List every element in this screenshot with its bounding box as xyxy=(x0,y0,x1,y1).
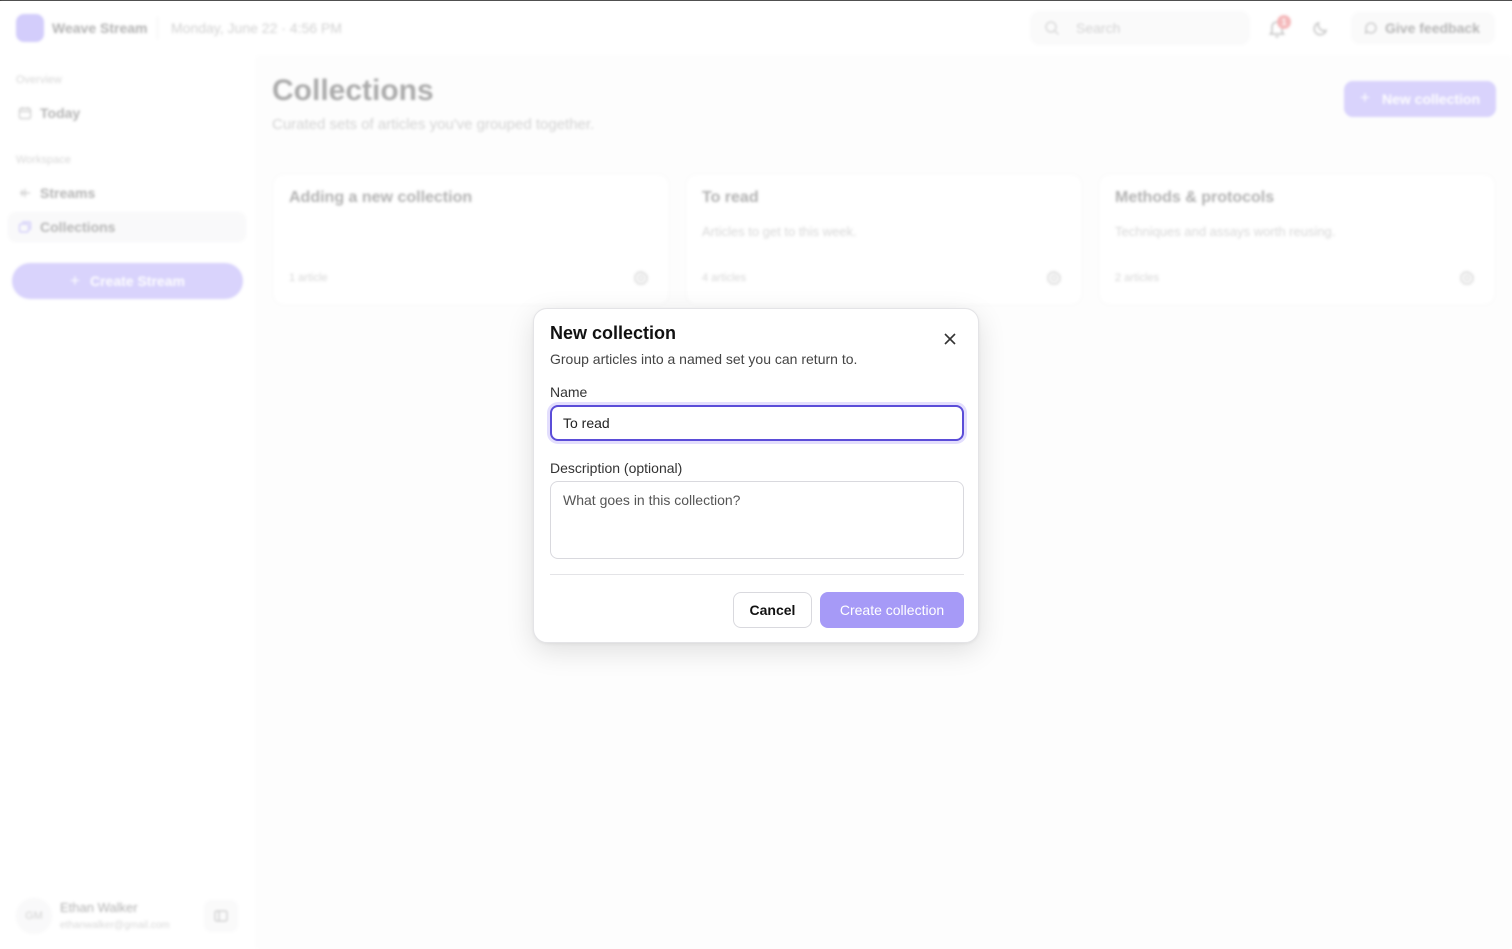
dialog-description: Group articles into a named set you can … xyxy=(550,351,858,367)
dialog-title: New collection xyxy=(550,323,677,343)
divider xyxy=(550,574,964,575)
name-input[interactable] xyxy=(550,405,964,441)
close-icon[interactable] xyxy=(940,329,960,349)
description-input[interactable] xyxy=(550,481,964,559)
name-field-label: Name xyxy=(550,384,588,400)
description-field-label: Description (optional) xyxy=(550,460,683,476)
app-root: Weave Stream Monday, June 22 · 4:56 PM S… xyxy=(0,1,1512,949)
new-collection-dialog: New collection Group articles into a nam… xyxy=(533,308,979,643)
cancel-button[interactable]: Cancel xyxy=(733,592,812,628)
create-collection-button[interactable]: Create collection xyxy=(820,592,964,628)
